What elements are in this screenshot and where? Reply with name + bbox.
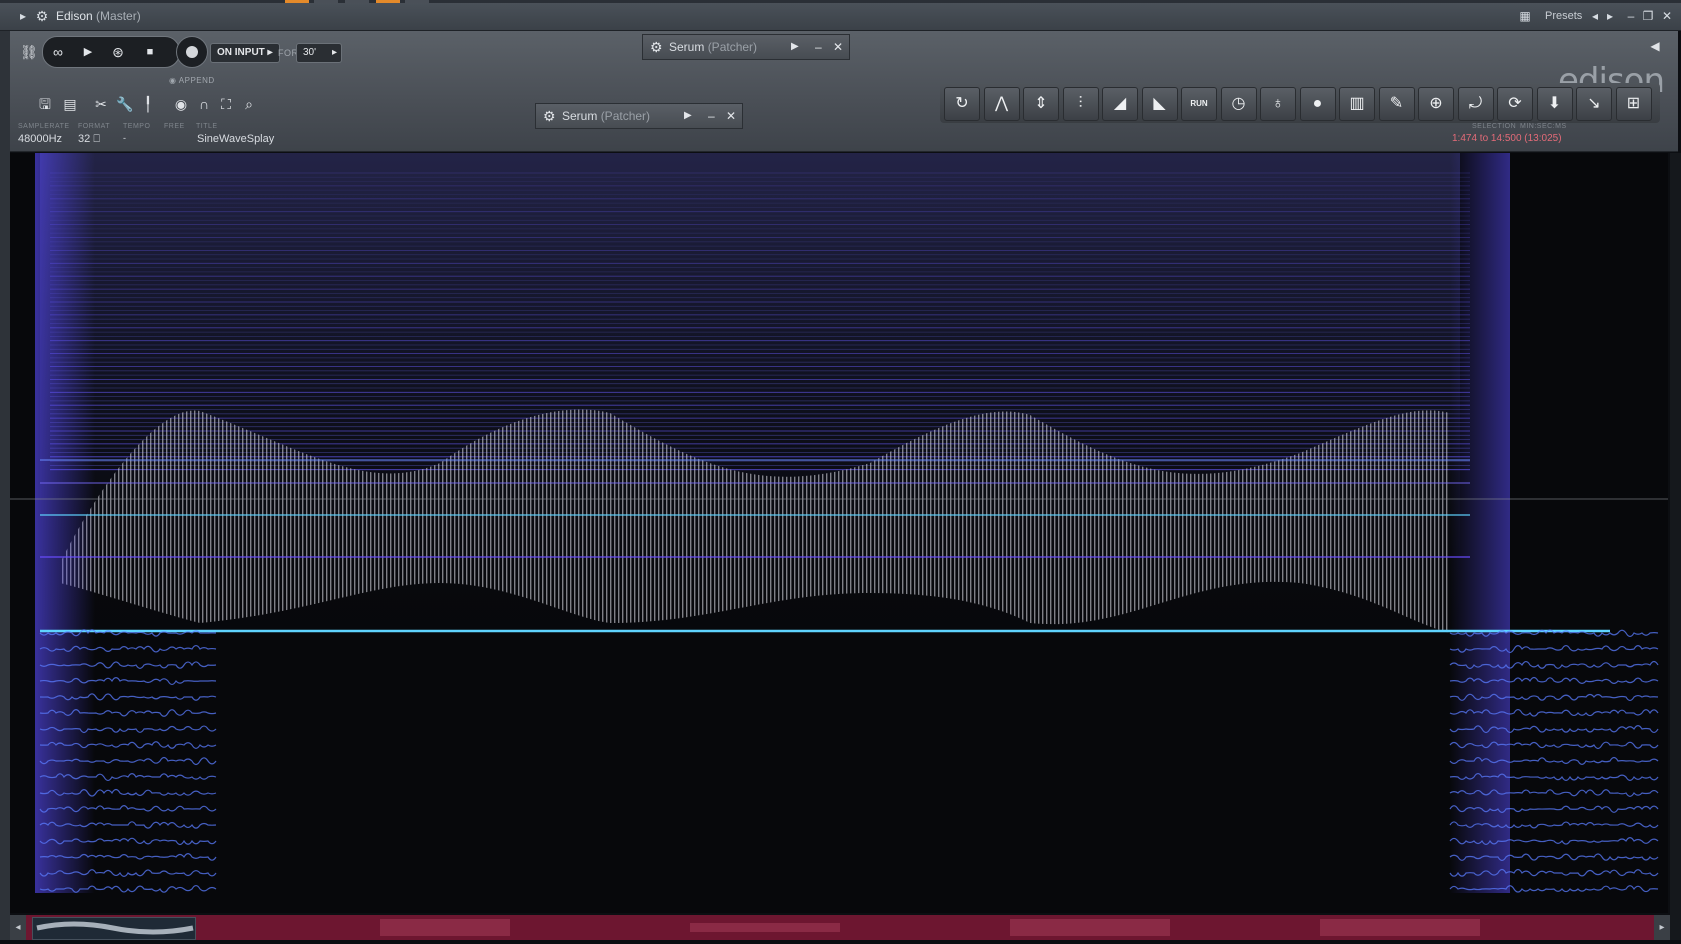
brush-icon[interactable]: ✎ xyxy=(1379,87,1415,121)
menu-grid-icon[interactable]: ▦ xyxy=(1518,9,1532,23)
window-title: Edison (Master) xyxy=(56,3,141,30)
close-icon[interactable]: ✕ xyxy=(833,35,843,59)
serum-popup-title: Serum (Patcher) xyxy=(669,35,757,59)
record-mode-select[interactable]: ON INPUT ▸ xyxy=(210,43,280,63)
spectrum-icon[interactable]: ▥ xyxy=(1339,87,1375,121)
amplitude-icon[interactable]: ⇕ xyxy=(1023,87,1059,121)
minimize-icon[interactable]: – xyxy=(1624,9,1638,23)
free-caption: FREE xyxy=(164,123,185,130)
zoom-icon[interactable]: ⌕ xyxy=(238,93,260,115)
reload-icon[interactable]: ↻ xyxy=(944,87,980,121)
append-toggle[interactable]: ◉ APPEND xyxy=(169,76,215,85)
waveform-overview-block xyxy=(1010,919,1170,936)
pitch-fork-icon[interactable]: ⋀ xyxy=(984,87,1020,121)
waveform-overview-block xyxy=(380,919,510,936)
vertical-scrollbar[interactable] xyxy=(1670,153,1681,940)
edison-window: ▸ ⚙ Edison (Master) ▦ Presets ◂ ▸ – ❐ ✕ … xyxy=(0,3,1681,940)
scissors-icon[interactable]: ✂ xyxy=(90,93,112,115)
maximize-icon[interactable]: ❐ xyxy=(1641,9,1655,23)
loop-icon[interactable]: ∞ xyxy=(43,37,73,67)
selection-caption: SELECTION xyxy=(1472,123,1516,130)
serum-popup-title: Serum (Patcher) xyxy=(562,104,650,128)
close-icon[interactable]: ✕ xyxy=(1660,9,1674,23)
spectrogram-view[interactable] xyxy=(10,153,1668,913)
save-icon[interactable]: ⬇ xyxy=(1537,87,1573,121)
wrench-icon[interactable]: 🔧 xyxy=(114,93,136,115)
scroll-left-icon[interactable]: ◂ xyxy=(10,915,26,940)
serum-plugin-window[interactable]: ⚙ Serum (Patcher) ▶ – ✕ xyxy=(535,103,743,129)
minsecms-caption: MIN:SEC:MS xyxy=(1520,123,1567,130)
drop-icon[interactable]: ● xyxy=(1300,87,1336,121)
export-icon[interactable]: ⊞ xyxy=(1616,87,1652,121)
selection-range[interactable]: 1:474 to 14:500 (13:025) xyxy=(1452,133,1562,144)
format-icon[interactable]: ⎕ xyxy=(93,133,100,145)
link-icon[interactable]: ⛓ xyxy=(18,41,40,63)
close-icon[interactable]: ✕ xyxy=(726,104,736,128)
arrow-right-icon[interactable]: ▶ xyxy=(791,35,799,59)
presets-label[interactable]: Presets xyxy=(1545,3,1582,30)
waveform-overview-block xyxy=(690,923,840,932)
duration-field[interactable]: 30' ▸ xyxy=(296,43,342,63)
left-edge xyxy=(0,31,10,940)
fade-in-icon[interactable]: ◢ xyxy=(1102,87,1138,121)
stop-icon[interactable]: ■ xyxy=(135,37,165,67)
marker-icon[interactable]: ⤾ xyxy=(1458,87,1494,121)
tools-toolbar: ↻ ⋀ ⇕ ⫶ ◢ ◣ RUN ◷ ♁ ● ▥ ✎ ⊕ ⤾ ⟳ ⬇ ↘ ⊞ xyxy=(940,83,1660,123)
play-icon[interactable]: ▶ xyxy=(73,37,103,67)
gear-icon[interactable]: ⚙ xyxy=(543,104,556,128)
serum-plugin-window[interactable]: ⚙ Serum (Patcher) ▶ – ✕ xyxy=(642,34,850,60)
title-bar[interactable]: ▸ ⚙ Edison (Master) ▦ Presets ◂ ▸ – ❐ ✕ xyxy=(0,3,1681,31)
samplerate-caption: SAMPLERATE xyxy=(18,123,70,130)
speaker-icon[interactable]: ◀ xyxy=(1644,35,1666,57)
clock-icon[interactable]: ◷ xyxy=(1221,87,1257,121)
blur-icon[interactable]: ♁ xyxy=(1260,87,1296,121)
preset-prev-icon[interactable]: ◂ xyxy=(1588,9,1602,23)
fit-icon[interactable]: ⛶ xyxy=(215,93,237,115)
tempo-caption: TEMPO xyxy=(123,123,150,130)
waveform-overview-block xyxy=(1320,919,1480,936)
gear-icon[interactable]: ⚙ xyxy=(35,9,49,23)
eq-icon[interactable]: ⫶ xyxy=(1063,87,1099,121)
gear-icon[interactable]: ⚙ xyxy=(650,35,663,59)
spectrogram-canvas[interactable] xyxy=(10,153,1668,913)
format-caption: FORMAT xyxy=(78,123,110,130)
expand-arrow-icon[interactable]: ▸ xyxy=(16,9,30,23)
format-value[interactable]: 32 ⎕ xyxy=(78,133,100,146)
transport-controls: ∞ ▶ ⊛ ■ xyxy=(42,36,180,68)
play-selection-icon[interactable]: ⊛ xyxy=(103,37,133,67)
scroll-thumb[interactable] xyxy=(32,917,196,940)
run-icon[interactable]: RUN xyxy=(1181,87,1217,121)
record-button[interactable] xyxy=(176,36,208,68)
pencil-icon[interactable]: ╿ xyxy=(137,93,159,115)
arrow-right-icon[interactable]: ▶ xyxy=(684,104,692,128)
horizontal-scrollbar[interactable]: ◂ ▸ xyxy=(10,915,1670,940)
minimize-icon[interactable]: – xyxy=(708,104,715,128)
convert-icon[interactable]: ⟳ xyxy=(1497,87,1533,121)
minimize-icon[interactable]: – xyxy=(815,35,822,59)
preset-next-icon[interactable]: ▸ xyxy=(1603,9,1617,23)
magnet-icon[interactable]: ∩ xyxy=(193,93,215,115)
samplerate-value[interactable]: 48000Hz xyxy=(18,133,62,145)
sample-title[interactable]: SineWaveSplay xyxy=(197,133,274,145)
info-bar: SAMPLERATE 48000Hz FORMAT 32 ⎕ TEMPO - F… xyxy=(10,123,1678,151)
marker-add-icon[interactable]: ⊕ xyxy=(1418,87,1454,121)
tempo-value[interactable]: - xyxy=(123,133,126,143)
eye-icon[interactable]: ◉ xyxy=(170,93,192,115)
title-caption: TITLE xyxy=(196,123,218,130)
record-icon xyxy=(186,46,198,58)
fade-out-icon[interactable]: ◣ xyxy=(1142,87,1178,121)
save-file-icon[interactable]: 🖫 xyxy=(34,93,56,115)
paste-icon[interactable]: ▤ xyxy=(59,93,81,115)
scroll-right-icon[interactable]: ▸ xyxy=(1654,915,1670,940)
drag-icon[interactable]: ↘ xyxy=(1576,87,1612,121)
